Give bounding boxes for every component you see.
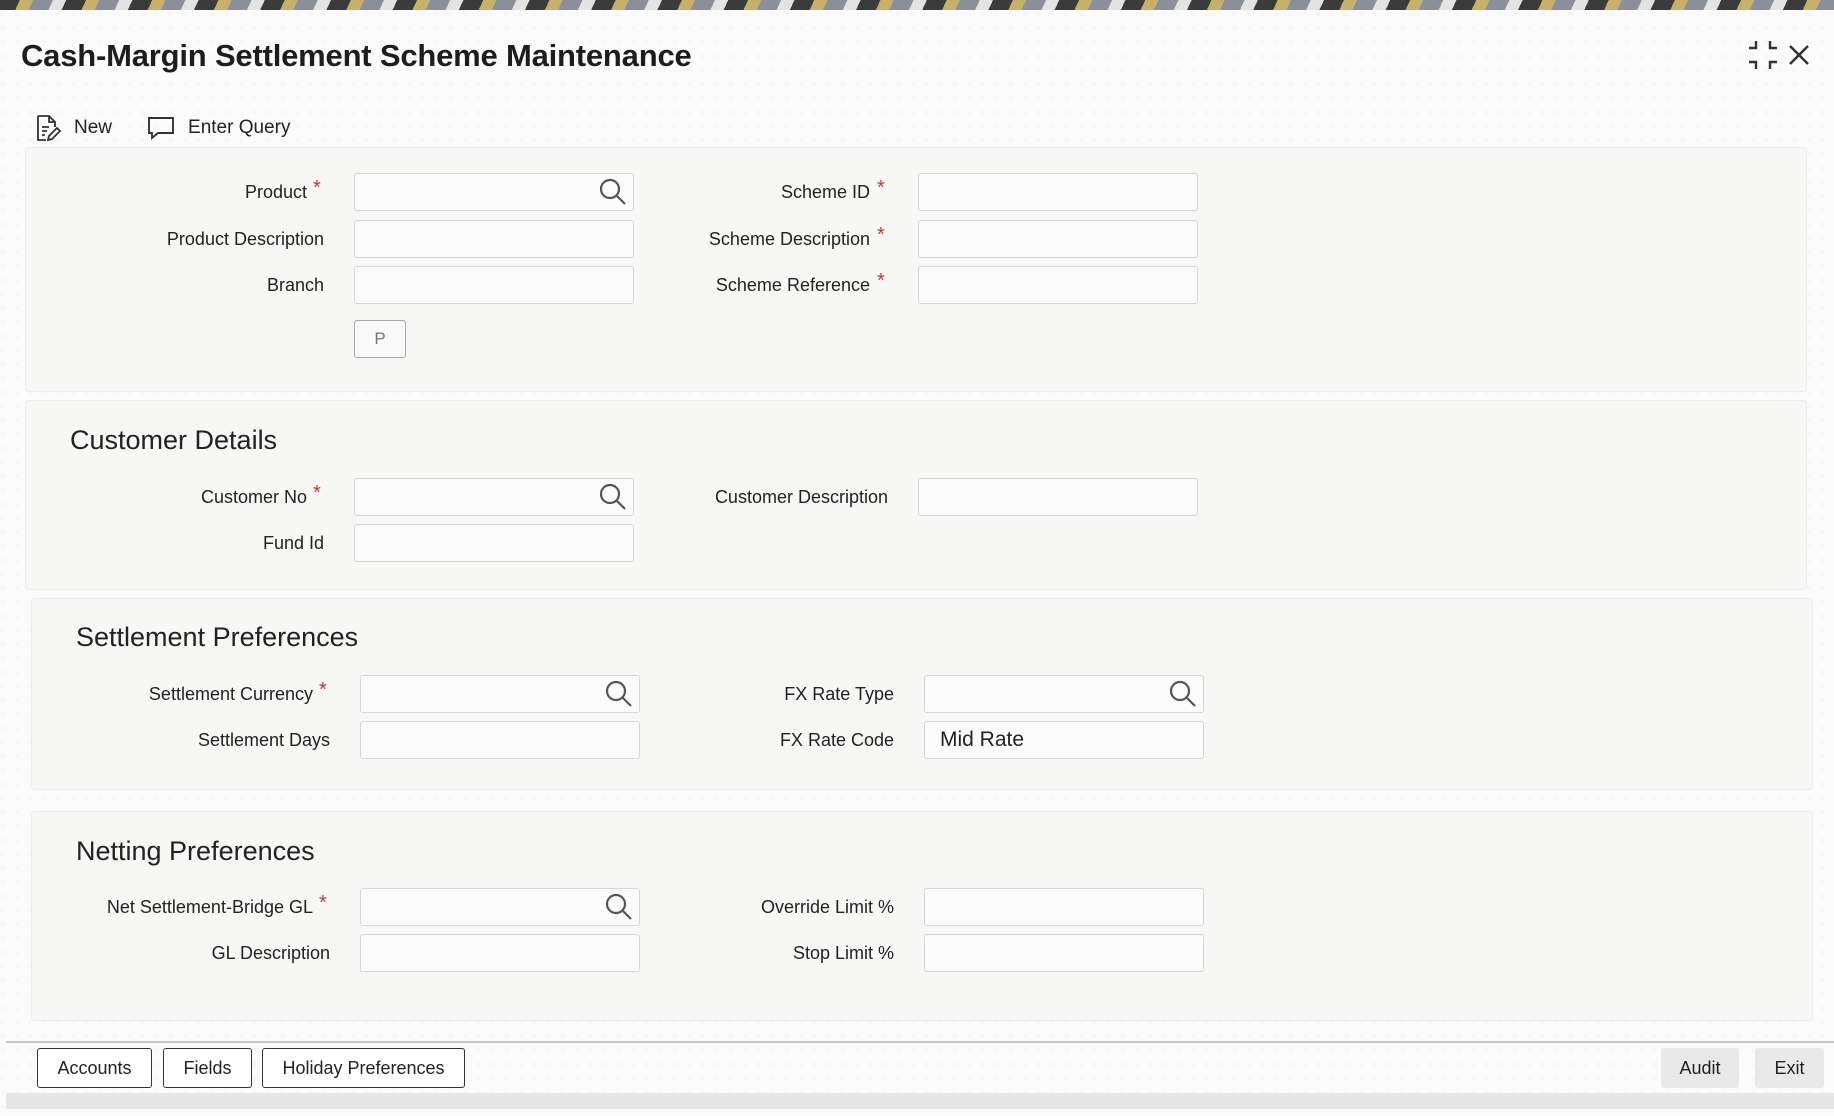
footer-divider <box>6 1041 1834 1043</box>
window-title: Cash-Margin Settlement Scheme Maintenanc… <box>21 38 692 73</box>
fx-rate-type-input[interactable] <box>924 675 1204 713</box>
product-search-icon[interactable] <box>598 177 628 207</box>
stop-limit-label: Stop Limit % <box>792 943 894 963</box>
scheme-reference-input[interactable] <box>918 266 1198 304</box>
scheme-description-label: Scheme Description <box>708 229 870 249</box>
required-marker: * <box>877 224 885 246</box>
query-speech-icon <box>148 117 174 141</box>
fx-rate-code-input[interactable] <box>924 721 1204 759</box>
new-label: New <box>74 117 113 138</box>
required-marker: * <box>313 482 321 504</box>
restore-icon[interactable] <box>1746 38 1780 72</box>
scheme-id-label: Scheme ID <box>780 182 870 202</box>
settlement-days-label: Settlement Days <box>197 730 330 750</box>
product-description-input[interactable] <box>354 220 634 258</box>
scheme-id-input[interactable] <box>918 173 1198 211</box>
required-marker: * <box>313 177 321 199</box>
product-input[interactable] <box>354 173 634 211</box>
new-document-icon <box>37 115 62 142</box>
branch-label: Branch <box>266 275 324 295</box>
gl-description-input[interactable] <box>360 934 640 972</box>
status-bar <box>6 1093 1834 1109</box>
settlement-currency-search-icon[interactable] <box>604 679 634 709</box>
settlement-currency-label: Settlement Currency <box>148 684 313 704</box>
toolbar: New Enter Query <box>32 110 290 146</box>
required-marker: * <box>319 892 327 914</box>
p-button[interactable]: P <box>354 320 406 358</box>
exit-button[interactable]: Exit <box>1755 1048 1824 1088</box>
customer-no-input[interactable] <box>354 478 634 516</box>
gl-description-label: GL Description <box>211 943 330 963</box>
maintenance-window: Cash-Margin Settlement Scheme Maintenanc… <box>0 10 1834 1116</box>
required-marker: * <box>877 270 885 292</box>
scheme-reference-label: Scheme Reference <box>715 275 870 295</box>
customer-description-label: Customer Description <box>714 487 888 507</box>
close-icon[interactable] <box>1782 38 1816 72</box>
netting-preferences-title: Netting Preferences <box>76 836 315 866</box>
customer-details-title: Customer Details <box>70 425 278 455</box>
override-limit-label: Override Limit % <box>760 897 894 917</box>
net-settlement-bridge-gl-label: Net Settlement-Bridge GL <box>106 897 313 917</box>
settlement-preferences-title: Settlement Preferences <box>76 622 359 652</box>
stop-limit-input[interactable] <box>924 934 1204 972</box>
fund-id-input[interactable] <box>354 524 634 562</box>
required-marker: * <box>319 679 327 701</box>
fx-rate-code-label: FX Rate Code <box>779 730 894 750</box>
accounts-button[interactable]: Accounts <box>37 1048 152 1088</box>
required-marker: * <box>877 177 885 199</box>
branch-input[interactable] <box>354 266 634 304</box>
settlement-currency-input[interactable] <box>360 675 640 713</box>
settlement-days-input[interactable] <box>360 721 640 759</box>
product-label: Product <box>244 182 307 202</box>
fx-rate-type-label: FX Rate Type <box>784 684 894 704</box>
fields-button[interactable]: Fields <box>163 1048 252 1088</box>
enter-query-button[interactable]: Enter Query <box>146 113 290 143</box>
top-banner <box>0 0 1834 10</box>
enter-query-label: Enter Query <box>188 117 291 138</box>
net-settlement-bridge-gl-input[interactable] <box>360 888 640 926</box>
net-settlement-bridge-gl-search-icon[interactable] <box>604 892 634 922</box>
product-description-label: Product Description <box>166 229 324 249</box>
fund-id-label: Fund Id <box>262 533 324 553</box>
customer-description-input[interactable] <box>918 478 1198 516</box>
scheme-description-input[interactable] <box>918 220 1198 258</box>
holiday-preferences-button[interactable]: Holiday Preferences <box>262 1048 465 1088</box>
customer-no-label: Customer No <box>200 487 307 507</box>
audit-button[interactable]: Audit <box>1661 1048 1739 1088</box>
override-limit-input[interactable] <box>924 888 1204 926</box>
fx-rate-type-search-icon[interactable] <box>1168 679 1198 709</box>
new-button[interactable]: New <box>32 113 112 143</box>
